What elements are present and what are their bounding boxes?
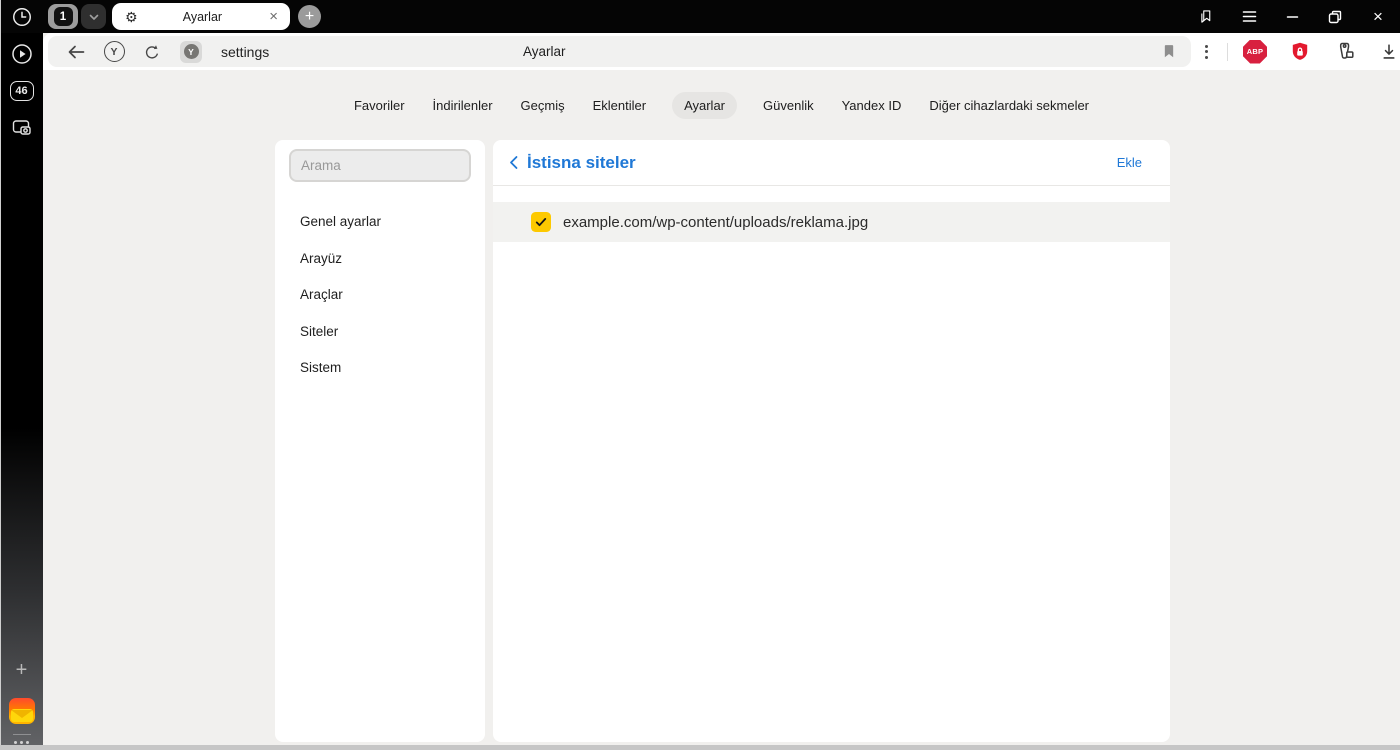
minimize-button[interactable] [1283,8,1301,26]
tab-count-badge[interactable]: 46 [0,73,43,109]
exception-list-item[interactable]: example.com/wp-content/uploads/reklama.j… [493,202,1170,242]
omnibox[interactable]: Y Y settings Ayarlar [48,36,1191,67]
page-favicon-badge: Y [180,40,202,63]
downloads-icon[interactable] [1378,41,1400,63]
exception-url: example.com/wp-content/uploads/reklama.j… [563,213,869,231]
new-tab-button[interactable]: + [298,5,321,28]
tab-close-button[interactable]: × [267,9,280,24]
exceptions-header: İstisna siteler Ekle [493,140,1170,186]
window-controls: × [1197,8,1400,26]
exceptions-card: İstisna siteler Ekle example.com/wp-cont… [493,140,1170,742]
protect-shield-icon[interactable] [1288,40,1312,64]
settings-search-input[interactable] [289,149,471,182]
media-play-icon[interactable] [0,36,43,72]
tab-ayarlar[interactable]: Ayarlar [672,92,738,119]
tab-group-count: 1 [53,7,73,26]
chevron-down-icon [89,14,98,20]
nav-item-arayuz[interactable]: Arayüz [275,243,485,274]
extensions-area: ABP [1201,39,1400,64]
app-sidebar: 46 + [0,33,43,750]
adblock-plus-icon[interactable]: ABP [1243,39,1267,64]
settings-page: Favoriler İndirilenler Geçmiş Eklentiler… [43,70,1400,745]
tab-yandex-id[interactable]: Yandex ID [840,92,904,119]
tab-indirilenler[interactable]: İndirilenler [431,92,495,119]
refresh-icon[interactable] [138,38,166,66]
omnibox-page-title: Ayarlar [523,44,566,59]
yandex-mail-icon[interactable] [8,698,35,724]
tab-guvenlik[interactable]: Güvenlik [761,92,816,119]
tab-title: Ayarlar [182,9,223,24]
browser-titlebar: 1 ⚙ Ayarlar × + × [0,0,1400,33]
menu-hamburger-icon[interactable] [1240,8,1258,26]
yandex-home-icon[interactable]: Y [100,38,128,66]
settings-nav-list: Genel ayarlar Arayüz Araçlar Siteler Sis… [275,206,485,389]
page-title: İstisna siteler [527,152,636,172]
window-left-edge [0,0,1,750]
sidebar-add-icon[interactable]: + [0,652,43,688]
add-exception-button[interactable]: Ekle [1117,155,1142,170]
screenshot-camera-icon[interactable] [0,110,43,146]
sidebar-more-icon[interactable] [14,741,29,744]
sidebar-divider [12,734,31,735]
toolbar-overflow-icon[interactable] [1201,41,1212,63]
settings-nav-card: Genel ayarlar Arayüz Araçlar Siteler Sis… [275,140,485,742]
browser-toolbar: Y Y settings Ayarlar ABP [43,33,1400,70]
url-text[interactable]: settings [221,44,269,60]
nav-item-araclar[interactable]: Araçlar [275,279,485,310]
tab-list-chevron-button[interactable] [81,4,106,29]
mail-flap-shape [10,710,33,718]
omnibox-left-controls: Y Y settings [62,38,269,66]
back-chevron-icon[interactable] [505,152,522,173]
bookmarks-panel-icon[interactable] [1197,8,1215,26]
gear-icon: ⚙ [125,8,138,25]
tab-favoriler[interactable]: Favoriler [352,92,407,119]
window-bottom-edge [0,745,1400,750]
tab-group-counter-button[interactable]: 1 [48,4,78,29]
tab-gecmis[interactable]: Geçmiş [519,92,567,119]
passwords-keychain-icon[interactable] [1333,40,1357,64]
restore-window-button[interactable] [1326,8,1344,26]
checkbox-checked[interactable] [531,212,551,232]
sidebar-bottom-icons: + [0,652,43,750]
active-tab[interactable]: ⚙ Ayarlar × [112,3,290,30]
tab-eklentiler[interactable]: Eklentiler [591,92,648,119]
close-window-button[interactable]: × [1369,8,1387,26]
toolbar-divider [1227,42,1228,61]
history-clock-icon[interactable] [0,0,43,35]
bookmark-flag-icon[interactable] [1159,40,1179,65]
back-button[interactable] [62,38,90,66]
nav-item-sistem[interactable]: Sistem [275,352,485,383]
nav-item-genel-ayarlar[interactable]: Genel ayarlar [275,206,485,237]
nav-item-siteler[interactable]: Siteler [275,316,485,347]
tab-diger-cihazlar[interactable]: Diğer cihazlardaki sekmeler [927,92,1091,119]
settings-category-tabs: Favoriler İndirilenler Geçmiş Eklentiler… [43,92,1400,119]
sidebar-top-icons: 46 [0,33,43,146]
